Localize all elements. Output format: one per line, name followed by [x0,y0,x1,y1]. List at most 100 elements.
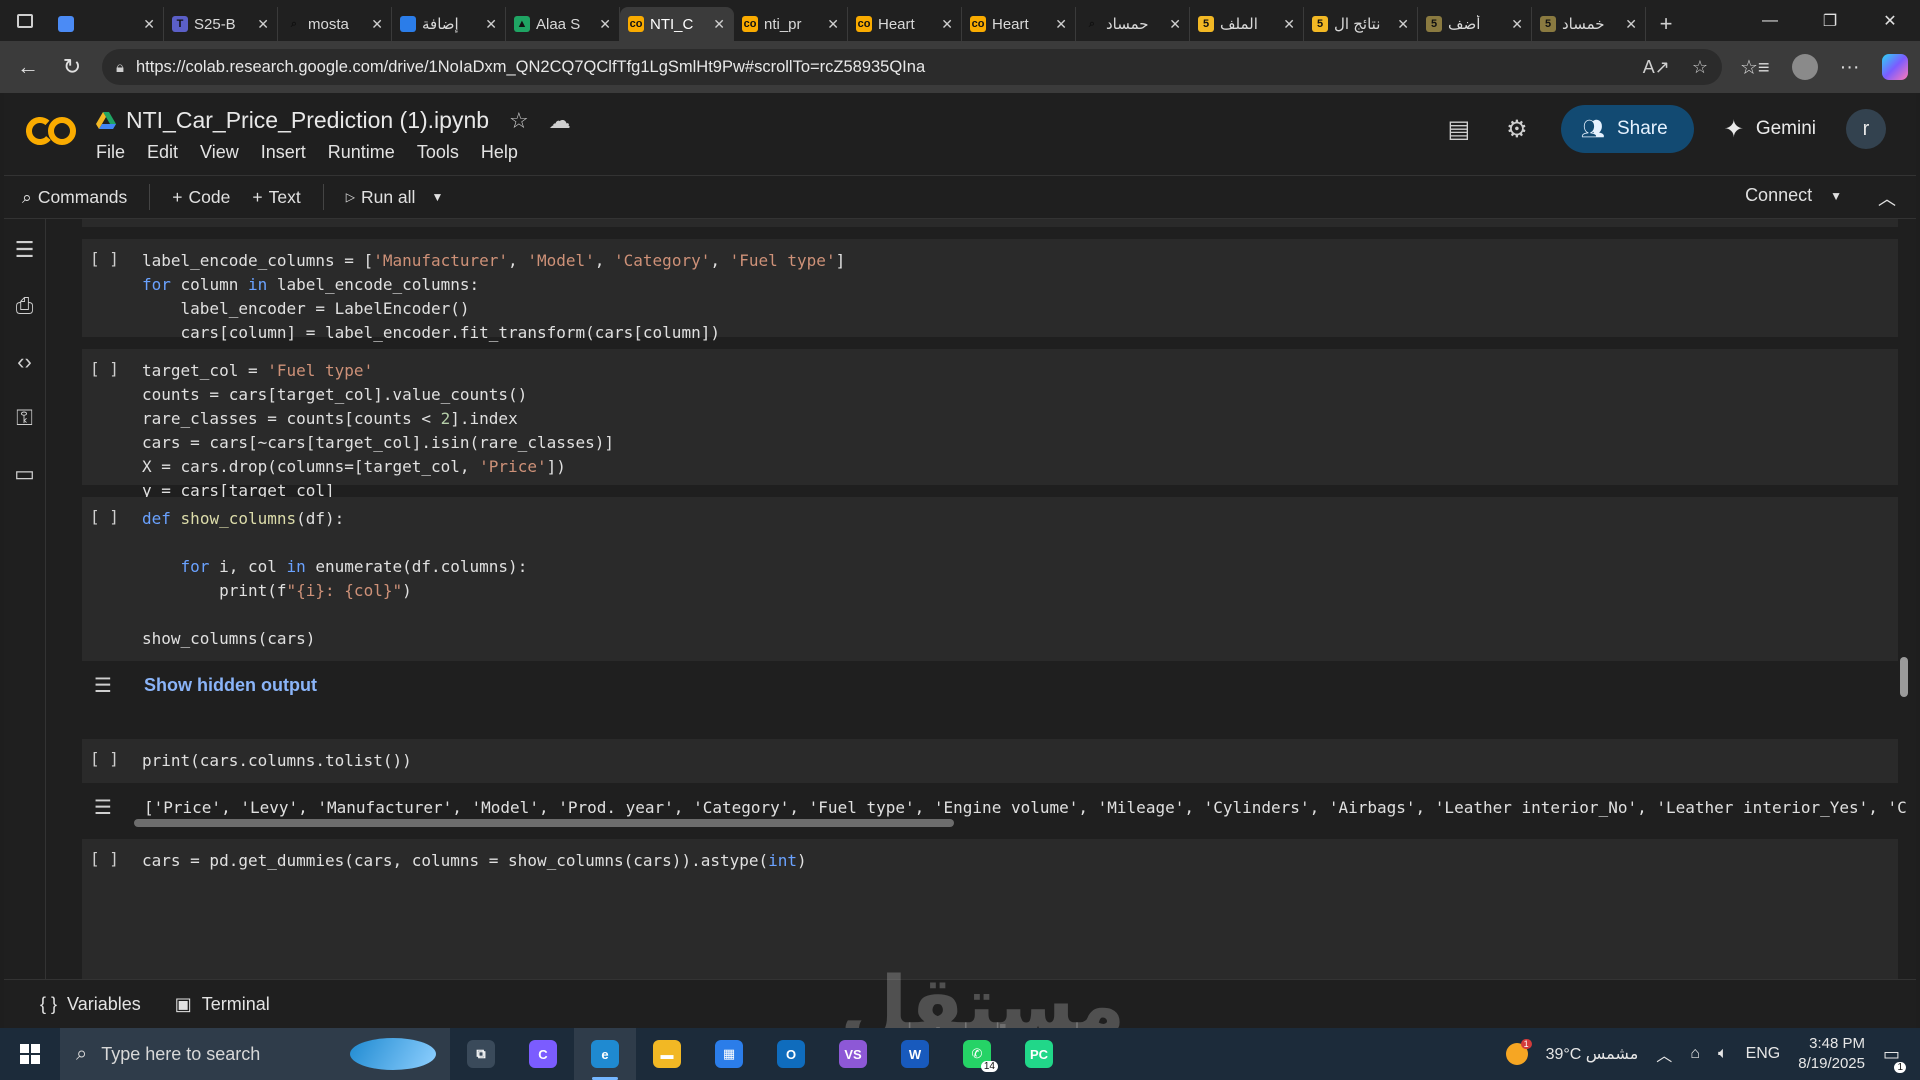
taskbar-app-ms-store[interactable]: ▦ [698,1028,760,1080]
add-code-button[interactable]: + Code [172,187,230,208]
browser-tab[interactable]: T S25-B ✕ [164,7,278,41]
gemini-button[interactable]: ✦ Gemini [1724,115,1816,144]
notebook-title[interactable]: NTI_Car_Price_Prediction (1).ipynb [126,107,489,134]
menu-item-insert[interactable]: Insert [261,142,306,163]
volume-icon[interactable]: 🔈︎ [1718,1045,1728,1063]
taskbar-app-word[interactable]: W [884,1028,946,1080]
browser-tab[interactable]: ▲ Alaa S ✕ [506,7,620,41]
tab-close-icon[interactable]: ✕ [257,16,269,33]
read-aloud-icon[interactable]: A↗ [1643,57,1670,78]
browser-tab[interactable]: ⌕ mosta ✕ [278,7,392,41]
code-editor[interactable]: label_encode_columns = ['Manufacturer', … [82,239,1898,355]
tab-close-icon[interactable]: ✕ [143,16,155,33]
table-of-contents-icon[interactable]: ☰ [15,237,35,263]
tab-close-icon[interactable]: ✕ [827,16,839,33]
browser-tab[interactable]: co Heart ✕ [962,7,1076,41]
code-cell[interactable]: [ ] print(cars.columns.tolist()) ☰ ['Pri… [82,739,1907,831]
tab-close-icon[interactable]: ✕ [941,16,953,33]
browser-tab[interactable]: ⌕ حمساد ✕ [1076,7,1190,41]
run-all-button[interactable]: ▷ Run all ▼ [346,187,444,208]
browser-tab[interactable]: co nti_pr ✕ [734,7,848,41]
favorite-star-icon[interactable]: ☆ [1692,57,1708,78]
menu-item-tools[interactable]: Tools [417,142,459,163]
show-hidden-icons-icon[interactable]: ︿ [1656,1042,1672,1066]
taskbar-app-copilot[interactable]: C [512,1028,574,1080]
taskbar-app-whatsapp[interactable]: ✆ 14 [946,1028,1008,1080]
tab-close-icon[interactable]: ✕ [1625,16,1637,33]
taskbar-app-file-explorer[interactable]: ▬ [636,1028,698,1080]
collapse-header-icon[interactable]: ︿ [1878,185,1896,211]
tab-close-icon[interactable]: ✕ [1511,16,1523,33]
code-cell[interactable]: [ ] cars = pd.get_dummies(cars, columns … [82,839,1898,979]
comments-icon[interactable]: ▤ [1445,115,1473,143]
browser-tab[interactable]: 5 خمساد ✕ [1532,7,1646,41]
variables-button[interactable]: { } Variables [40,994,141,1015]
tab-close-icon[interactable]: ✕ [371,16,383,33]
back-icon[interactable]: ← [6,45,50,89]
taskbar-app-outlook[interactable]: O [760,1028,822,1080]
restore-icon[interactable]: ❐ [1800,0,1860,41]
start-button[interactable] [0,1044,60,1064]
weather-icon[interactable]: 1 [1505,1039,1532,1065]
vertical-scrollbar[interactable] [1900,657,1908,697]
tab-close-icon[interactable]: ✕ [599,16,611,33]
menu-item-edit[interactable]: Edit [147,142,178,163]
terminal-button[interactable]: ▣ Terminal [175,994,270,1015]
weather-text[interactable]: 39°C مشمس [1546,1044,1639,1064]
site-info-icon[interactable]: 🔒︎ [116,59,124,76]
profile-avatar[interactable] [1791,54,1818,80]
output-actions-icon[interactable]: ☰ [94,795,112,820]
code-snippets-icon[interactable]: ‹› [17,349,32,375]
tab-actions-icon[interactable] [0,0,50,41]
menu-item-file[interactable]: File [96,142,125,163]
find-icon[interactable]: ⎙ [16,293,34,319]
taskbar-app-edge[interactable]: e [574,1028,636,1080]
browser-tab[interactable]: co NTI_C ✕ [620,7,734,41]
menu-item-view[interactable]: View [200,142,239,163]
notifications-icon[interactable]: ▭ 1 [1883,1044,1906,1073]
close-window-icon[interactable]: ✕ [1860,0,1920,41]
tab-close-icon[interactable]: ✕ [1169,16,1181,33]
tab-close-icon[interactable]: ✕ [485,16,497,33]
code-editor[interactable]: target_col = 'Fuel type' counts = cars[t… [82,349,1898,513]
files-folder-icon[interactable]: ▭ [14,461,35,487]
show-hidden-output-link[interactable]: Show hidden output [144,675,317,696]
star-icon[interactable]: ☆ [509,108,529,134]
menu-item-help[interactable]: Help [481,142,518,163]
add-text-button[interactable]: + Text [252,187,300,208]
user-avatar[interactable]: r [1846,109,1886,149]
chevron-down-icon[interactable]: ▼ [1830,189,1842,203]
cloud-saved-icon[interactable]: ☁ [549,108,571,134]
copilot-icon[interactable] [1881,54,1908,80]
code-editor[interactable]: def show_columns(df): for i, col in enum… [82,497,1898,661]
browser-tab[interactable]: إضافة ✕ [392,7,506,41]
reload-icon[interactable]: ↻ [50,45,94,89]
colab-logo[interactable] [24,113,80,149]
taskbar-app-pycharm[interactable]: PC [1008,1028,1070,1080]
browser-tab[interactable]: co Heart ✕ [848,7,962,41]
code-cell[interactable]: [ ] def show_columns(df): for i, col in … [82,497,1898,709]
chevron-down-icon[interactable]: ▼ [431,190,443,204]
url-field[interactable]: 🔒︎ https://colab.research.google.com/dri… [102,49,1722,85]
favorites-icon[interactable]: ☆≡ [1740,55,1770,80]
minimize-icon[interactable]: — [1740,0,1800,41]
browser-tab[interactable]: ✕ [50,7,164,41]
code-cell[interactable]: [ ] label_encode_columns = ['Manufacture… [82,239,1898,342]
connect-button[interactable]: Connect ▼ [1745,185,1842,206]
browser-tab[interactable]: 5 أضف ✕ [1418,7,1532,41]
secrets-key-icon[interactable]: ⚿ [16,405,33,431]
language-indicator[interactable]: ENG [1746,1045,1781,1063]
tab-close-icon[interactable]: ✕ [1055,16,1067,33]
settings-gear-icon[interactable]: ⚙ [1503,115,1531,143]
menu-item-runtime[interactable]: Runtime [328,142,395,163]
browser-tab[interactable]: 5 الملف ✕ [1190,7,1304,41]
taskbar-app-visual-studio[interactable]: VS [822,1028,884,1080]
tab-close-icon[interactable]: ✕ [1283,16,1295,33]
new-tab-icon[interactable]: + [1646,7,1686,41]
code-editor[interactable]: cars = pd.get_dummies(cars, columns = sh… [82,839,1898,883]
share-button[interactable]: 👥︎ Share [1560,105,1694,153]
clock[interactable]: 3:48 PM 8/19/2025 [1798,1034,1865,1074]
browser-tab[interactable]: 5 نتائج ال ✕ [1304,7,1418,41]
horizontal-scrollbar[interactable] [134,819,954,827]
more-options-icon[interactable]: ··· [1840,56,1860,79]
